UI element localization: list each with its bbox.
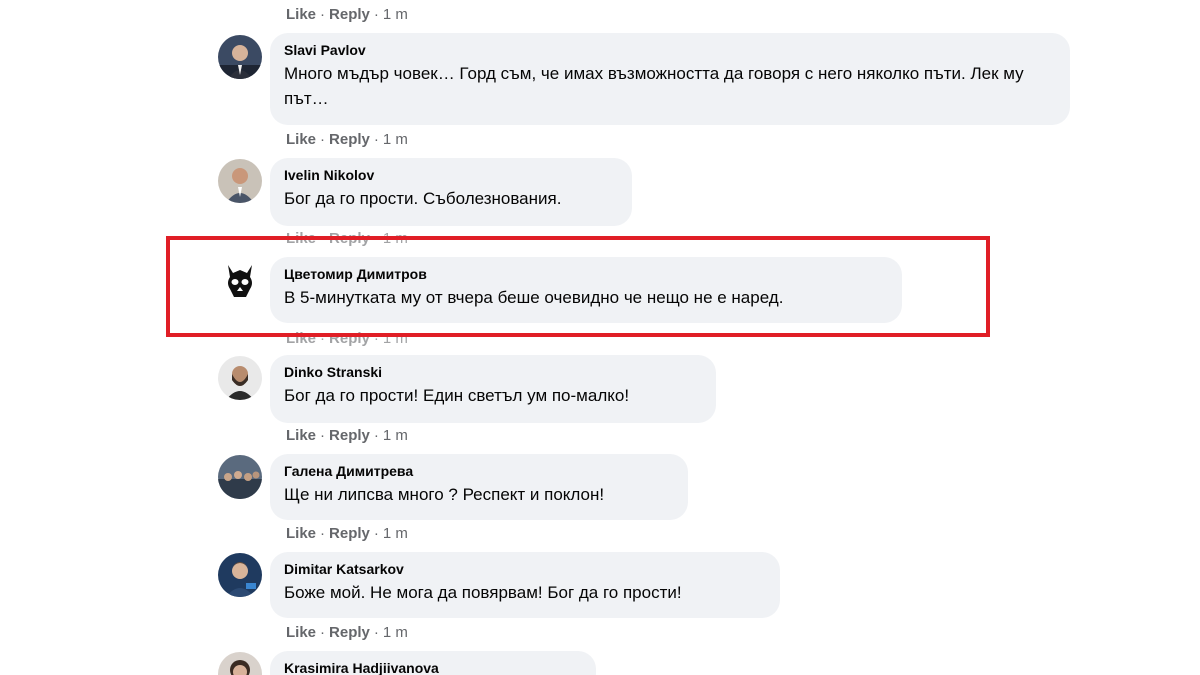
separator: ·	[373, 131, 379, 148]
comment-time[interactable]: 1 m	[383, 330, 408, 347]
comment-author[interactable]: Dinko Stranski	[284, 363, 702, 381]
separator: ·	[320, 525, 326, 542]
avatar-photo-icon	[218, 356, 262, 400]
comment-author[interactable]: Slavi Pavlov	[284, 41, 1056, 59]
comment-author[interactable]: Ivelin Nikolov	[284, 166, 618, 184]
avatar-photo-icon	[218, 553, 262, 597]
reply-link[interactable]: Reply	[329, 525, 370, 542]
separator: ·	[373, 525, 379, 542]
separator: ·	[373, 330, 379, 347]
comment-time[interactable]: 1 m	[383, 525, 408, 542]
comment-time[interactable]: 1 m	[383, 131, 408, 148]
comment-text: Бог да го прости! Един светъл ум по-малк…	[284, 386, 630, 405]
comment-author[interactable]: Krasimira Hadjiivanova	[284, 659, 582, 675]
reply-link[interactable]: Reply	[329, 230, 370, 247]
comment-author[interactable]: Dimitar Katsarkov	[284, 560, 766, 578]
avatar[interactable]	[218, 159, 262, 203]
comment-actions: Like · Reply · 1 m	[286, 330, 408, 347]
reply-link[interactable]: Reply	[329, 427, 370, 444]
comment-text: Ще ни липсва много ? Респект и поклон!	[284, 485, 605, 504]
comment-actions: Like · Reply · 1 m	[286, 427, 408, 444]
separator: ·	[320, 427, 326, 444]
comment-time[interactable]: 1 m	[383, 6, 408, 23]
avatar[interactable]	[218, 35, 262, 79]
comment-author[interactable]: Цветомир Димитров	[284, 265, 888, 283]
comment-actions: Like · Reply · 1 m	[286, 624, 408, 641]
avatar[interactable]	[218, 553, 262, 597]
comment-actions: Like · Reply · 1 m	[286, 230, 408, 247]
comment-text: Бог да го прости. Съболезнования.	[284, 189, 562, 208]
avatar-photo-icon	[218, 35, 262, 79]
comment-actions: Like · Reply · 1 m	[286, 6, 408, 23]
avatar-photo-icon	[218, 455, 262, 499]
separator: ·	[373, 427, 379, 444]
separator: ·	[320, 6, 326, 23]
like-link[interactable]: Like	[286, 330, 316, 347]
comment-text: Боже мой. Не мога да повярвам! Бог да го…	[284, 583, 682, 602]
skull-icon	[218, 259, 262, 303]
separator: ·	[320, 131, 326, 148]
avatar-photo-icon	[218, 652, 262, 675]
comment-author[interactable]: Галена Димитрева	[284, 462, 674, 480]
like-link[interactable]: Like	[286, 6, 316, 23]
separator: ·	[320, 330, 326, 347]
comment-bubble: Krasimira Hadjiivanova	[270, 651, 596, 675]
avatar[interactable]	[218, 259, 262, 303]
comment-bubble: Dinko Stranski Бог да го прости! Един св…	[270, 355, 716, 423]
separator: ·	[373, 624, 379, 641]
like-link[interactable]: Like	[286, 525, 316, 542]
comment-bubble: Ivelin Nikolov Бог да го прости. Съболез…	[270, 158, 632, 226]
reply-link[interactable]: Reply	[329, 330, 370, 347]
comment-time[interactable]: 1 m	[383, 427, 408, 444]
separator: ·	[320, 230, 326, 247]
separator: ·	[373, 230, 379, 247]
avatar[interactable]	[218, 455, 262, 499]
avatar-photo-icon	[218, 159, 262, 203]
comment-time[interactable]: 1 m	[383, 624, 408, 641]
comment-time[interactable]: 1 m	[383, 230, 408, 247]
reply-link[interactable]: Reply	[329, 624, 370, 641]
comment-actions: Like · Reply · 1 m	[286, 131, 408, 148]
comments-page: Like · Reply · 1 m Slavi Pavlov Много мъдър …	[0, 0, 1200, 675]
comment-actions: Like · Reply · 1 m	[286, 525, 408, 542]
avatar[interactable]	[218, 356, 262, 400]
like-link[interactable]: Like	[286, 427, 316, 444]
reply-link[interactable]: Reply	[329, 131, 370, 148]
avatar[interactable]	[218, 652, 262, 675]
like-link[interactable]: Like	[286, 230, 316, 247]
like-link[interactable]: Like	[286, 131, 316, 148]
comment-text: В 5-минутката му от вчера беше очевидно …	[284, 288, 784, 307]
like-link[interactable]: Like	[286, 624, 316, 641]
separator: ·	[373, 6, 379, 23]
comment-text: Много мъдър човек… Горд съм, че имах въз…	[284, 64, 1024, 108]
comment-bubble: Цветомир Димитров В 5-минутката му от вч…	[270, 257, 902, 323]
separator: ·	[320, 624, 326, 641]
comment-bubble: Dimitar Katsarkov Боже мой. Не мога да п…	[270, 552, 780, 618]
reply-link[interactable]: Reply	[329, 6, 370, 23]
comment-bubble: Slavi Pavlov Много мъдър човек… Горд съм…	[270, 33, 1070, 125]
comment-bubble: Галена Димитрева Ще ни липсва много ? Ре…	[270, 454, 688, 520]
